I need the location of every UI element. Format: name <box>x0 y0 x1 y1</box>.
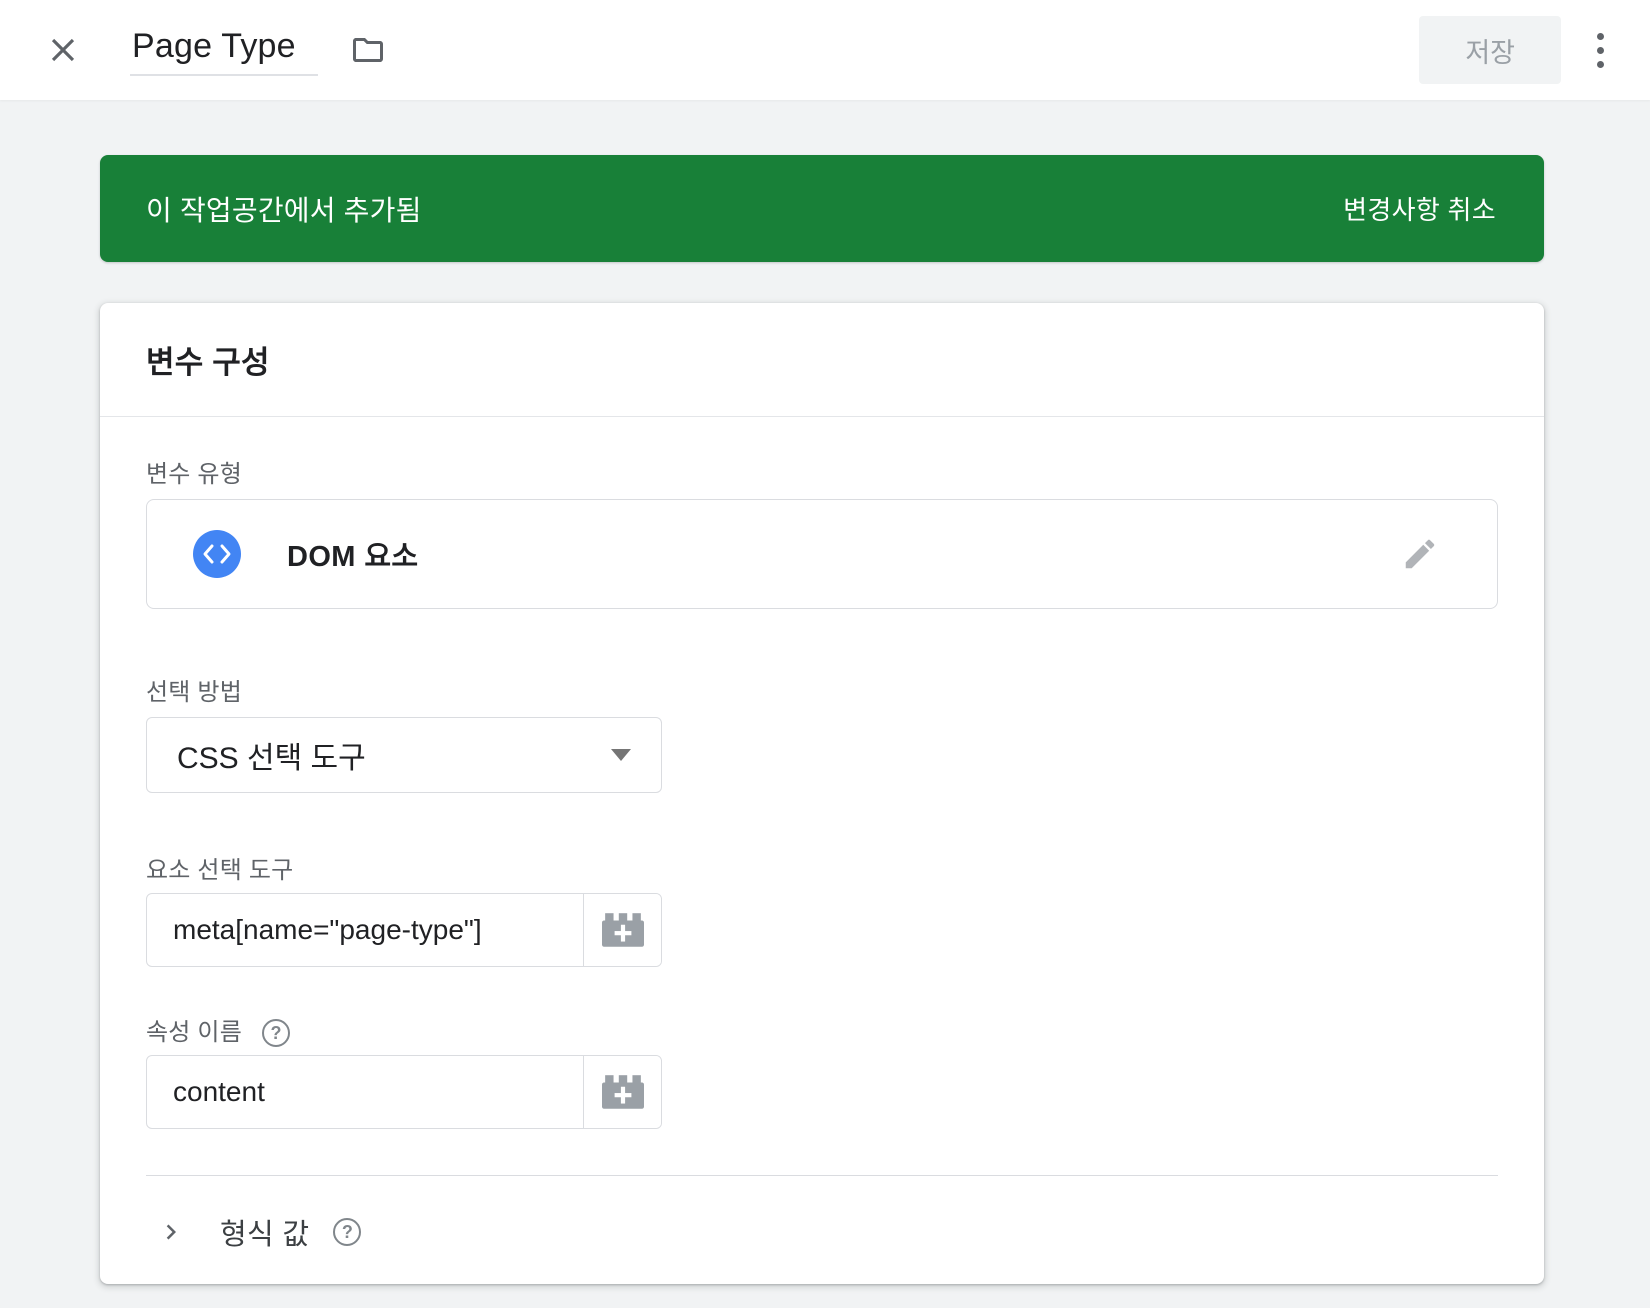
close-button[interactable] <box>38 25 88 75</box>
attribute-name-label-row: 속성 이름 <box>146 1019 1498 1047</box>
main-content: 이 작업공간에서 추가됨 변경사항 취소 변수 구성 변수 유형 DOM 요소 <box>0 100 1650 1284</box>
variable-type-selector[interactable]: DOM 요소 <box>146 499 1498 609</box>
selection-method-dropdown[interactable]: CSS 선택 도구 <box>146 717 662 793</box>
variable-title-field[interactable]: Page Type <box>130 25 318 76</box>
variable-type-icon-circle <box>193 530 241 578</box>
close-icon <box>44 31 82 69</box>
variable-type-label: 변수 유형 <box>146 461 1498 489</box>
workspace-banner: 이 작업공간에서 추가됨 변경사항 취소 <box>100 155 1544 262</box>
element-selector-input[interactable] <box>147 894 583 966</box>
attribute-name-field <box>146 1055 662 1129</box>
code-brackets-icon <box>202 543 232 565</box>
lego-plus-icon <box>602 913 644 947</box>
discard-changes-button[interactable]: 변경사항 취소 <box>1341 180 1498 237</box>
selection-method-label: 선택 방법 <box>146 679 1498 707</box>
card-header: 변수 구성 <box>100 303 1544 417</box>
edit-type-button[interactable] <box>1395 529 1445 579</box>
folder-icon <box>350 32 386 68</box>
banner-message: 이 작업공간에서 추가됨 <box>146 189 422 229</box>
dropdown-arrow-icon <box>611 749 631 761</box>
card-body: 변수 유형 DOM 요소 선택 방법 CSS 선택 도구 <box>100 461 1544 1284</box>
folder-button[interactable] <box>344 26 392 74</box>
element-selector-field <box>146 893 662 967</box>
variable-config-card: 변수 구성 변수 유형 DOM 요소 선 <box>100 303 1544 1284</box>
format-value-row: 형식 값 <box>146 1210 1498 1254</box>
save-button[interactable]: 저장 <box>1419 16 1561 84</box>
format-value-label: 형식 값 <box>220 1211 309 1253</box>
element-selector-variable-picker-button[interactable] <box>583 894 661 966</box>
format-value-help-icon[interactable] <box>333 1218 361 1246</box>
lego-plus-icon <box>602 1075 644 1109</box>
attribute-name-variable-picker-button[interactable] <box>583 1056 661 1128</box>
attribute-name-help-icon[interactable] <box>262 1019 290 1047</box>
pencil-icon <box>1401 535 1439 573</box>
chevron-right-icon <box>156 1217 186 1247</box>
top-bar: Page Type 저장 <box>0 0 1650 100</box>
format-value-expand-button[interactable] <box>150 1211 192 1253</box>
selection-method-value: CSS 선택 도구 <box>177 733 366 777</box>
section-divider <box>146 1175 1498 1176</box>
attribute-name-input[interactable] <box>147 1056 583 1128</box>
variable-type-value: DOM 요소 <box>287 533 418 575</box>
element-selector-label: 요소 선택 도구 <box>146 857 1498 885</box>
card-title: 변수 구성 <box>146 337 270 382</box>
attribute-name-label: 속성 이름 <box>146 1019 242 1047</box>
kebab-menu-icon <box>1597 33 1604 68</box>
more-menu-button[interactable] <box>1591 27 1610 74</box>
